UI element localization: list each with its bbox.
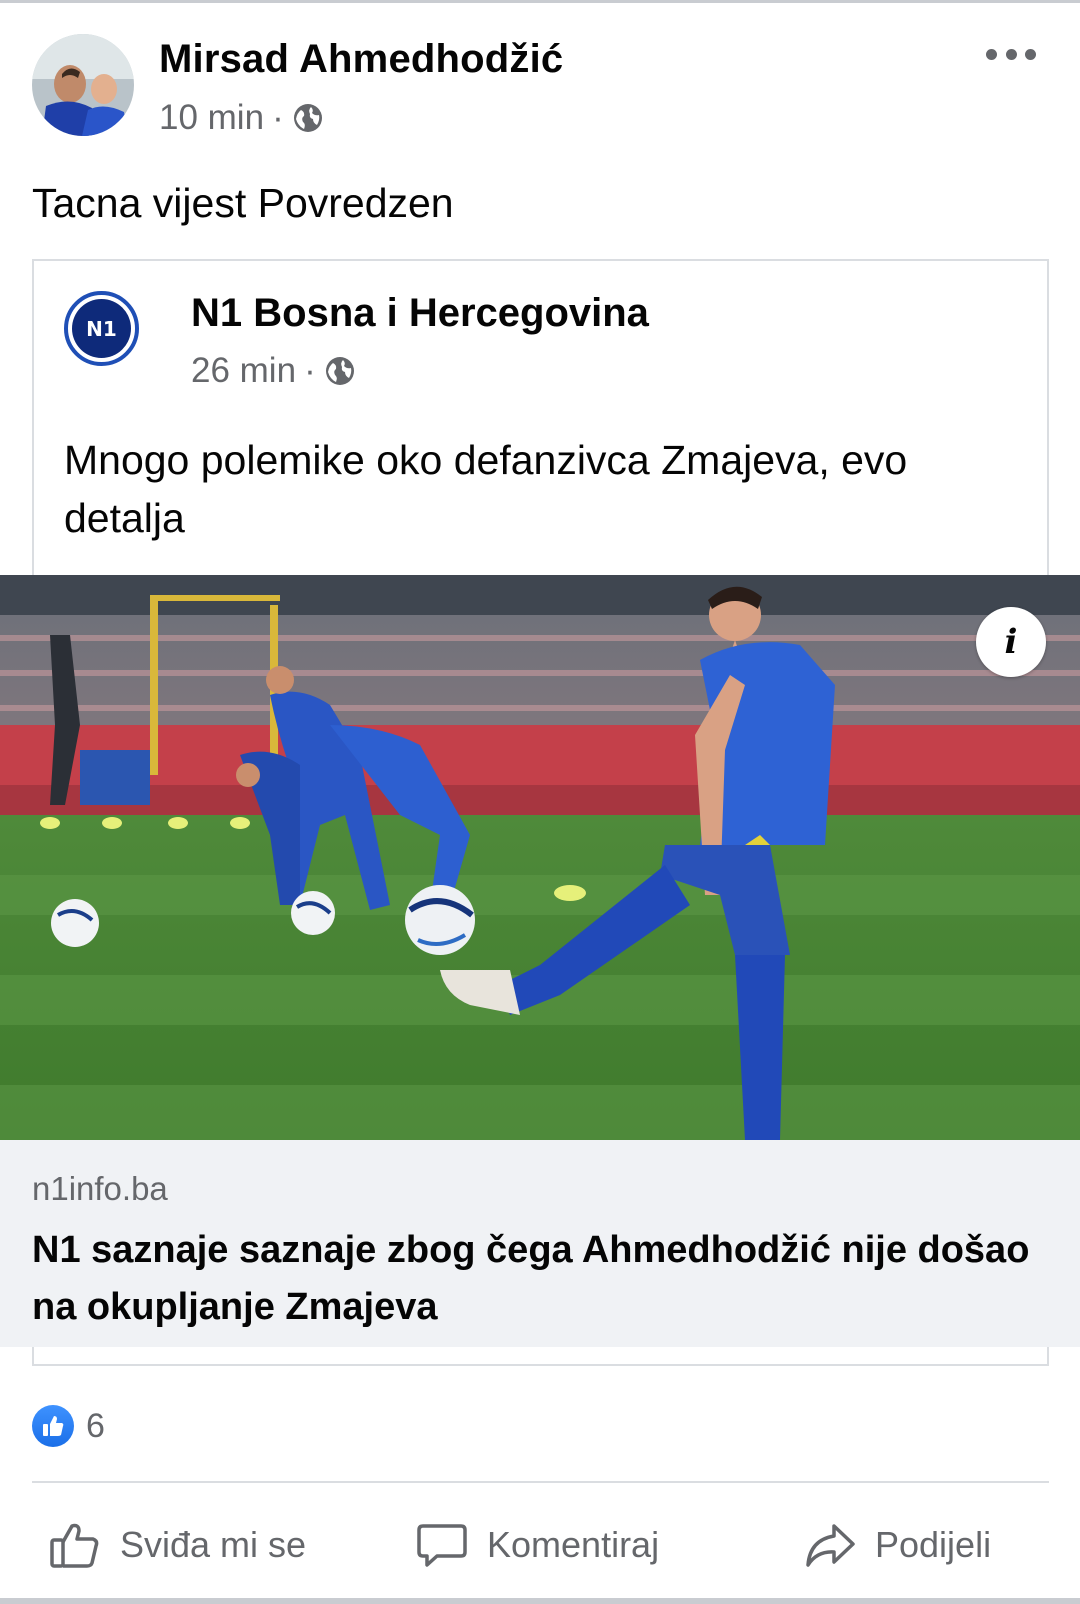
share-button[interactable]: Podijeli bbox=[803, 1500, 991, 1590]
info-button[interactable]: i bbox=[976, 607, 1046, 677]
shared-post-text: Mnogo polemike oko defanzivca Zmajeva, e… bbox=[64, 437, 908, 541]
post-meta: 10 min · bbox=[159, 98, 324, 138]
bottom-edge-divider bbox=[0, 1598, 1080, 1604]
post-time[interactable]: 10 min bbox=[159, 98, 264, 138]
comment-button[interactable]: Komentiraj bbox=[415, 1500, 659, 1590]
shared-post-author-name[interactable]: N1 Bosna i Hercegovina bbox=[191, 291, 649, 336]
post-author-name[interactable]: Mirsad Ahmedhodžić bbox=[159, 37, 563, 82]
link-domain: n1info.ba bbox=[32, 1170, 168, 1207]
thumbs-up-outline-icon bbox=[50, 1523, 99, 1568]
thumbs-up-icon bbox=[32, 1405, 74, 1447]
meta-separator: · bbox=[304, 351, 316, 390]
reactions-summary[interactable]: 6 bbox=[32, 1404, 105, 1448]
post-header: Mirsad Ahmedhodžić 10 min · bbox=[32, 34, 1048, 138]
share-label: Podijeli bbox=[875, 1524, 992, 1565]
shared-post-time[interactable]: 26 min bbox=[191, 351, 296, 391]
link-preview-box[interactable]: n1info.ba N1 saznaje saznaje zbog čega A… bbox=[0, 1140, 1080, 1347]
share-arrow-icon bbox=[806, 1524, 855, 1567]
link-title[interactable]: N1 saznaje saznaje zbog čega Ahmedhodžić… bbox=[32, 1222, 1032, 1336]
like-label: Sviđa mi se bbox=[120, 1524, 307, 1565]
globe-icon bbox=[325, 357, 354, 385]
top-edge-divider bbox=[0, 0, 1080, 3]
comment-bubble-icon bbox=[417, 1524, 467, 1567]
author-avatar[interactable] bbox=[32, 34, 134, 136]
comment-label: Komentiraj bbox=[487, 1524, 660, 1565]
reaction-count: 6 bbox=[86, 1406, 105, 1445]
actions-divider bbox=[32, 1481, 1049, 1483]
globe-icon bbox=[293, 104, 322, 132]
shared-post-header: N1 N1 Bosna i Hercegovina 26 min · bbox=[64, 291, 1014, 401]
n1-logo-text: N1 bbox=[72, 299, 131, 358]
n1-logo-avatar[interactable]: N1 bbox=[64, 291, 139, 366]
link-preview-photo[interactable]: i bbox=[0, 575, 1080, 1140]
post-action-bar: Sviđa mi se Komentiraj Podijeli bbox=[0, 1500, 1080, 1590]
post-text: Tacna vijest Povredzen bbox=[32, 180, 454, 226]
shared-post-meta: 26 min · bbox=[191, 351, 356, 391]
like-button[interactable]: Sviđa mi se bbox=[48, 1500, 306, 1590]
meta-separator: · bbox=[272, 98, 284, 137]
more-options-icon[interactable] bbox=[986, 42, 1036, 66]
